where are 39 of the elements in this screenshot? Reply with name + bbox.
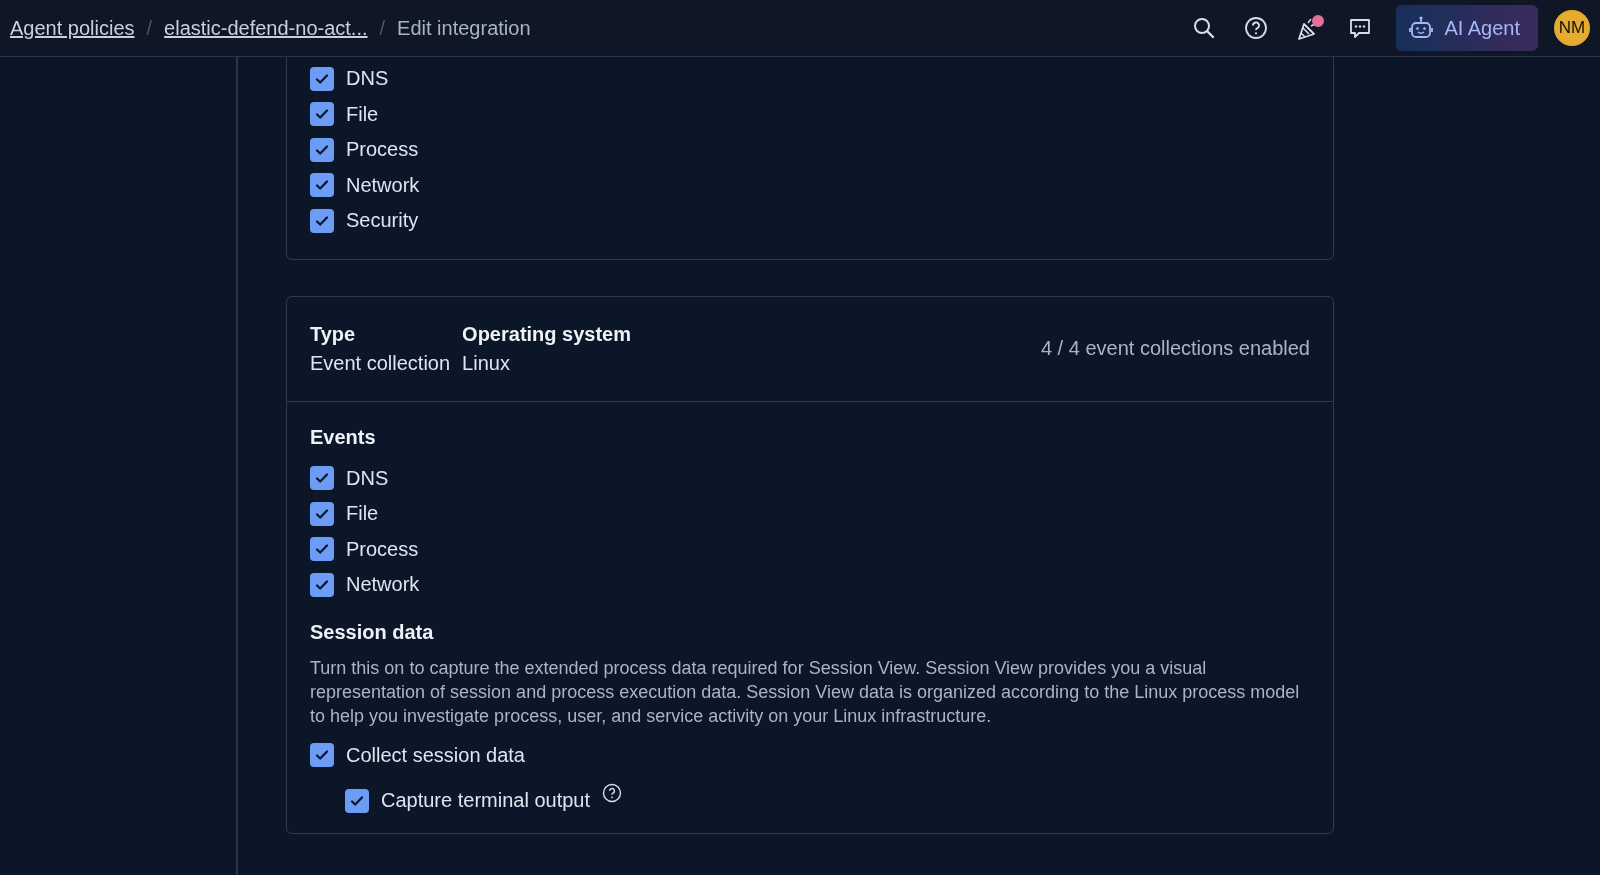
ai-agent-button[interactable]: AI Agent xyxy=(1396,5,1538,51)
checkbox-label: Security xyxy=(346,209,419,233)
checkbox-label: File xyxy=(346,102,379,126)
checkbox-label: Process xyxy=(346,138,419,162)
breadcrumb-link[interactable]: Agent policies xyxy=(10,16,135,40)
checkbox-label: Network xyxy=(346,173,420,197)
checkbox-label: Capture terminal output xyxy=(381,789,590,813)
checkbox[interactable] xyxy=(310,137,334,162)
breadcrumb-current: Edit integration xyxy=(397,16,531,40)
user-avatar[interactable]: NM xyxy=(1554,10,1590,46)
checkbox-label: Collect session data xyxy=(346,743,525,767)
field-value: Linux xyxy=(462,351,511,375)
checkbox[interactable] xyxy=(310,501,334,526)
checkbox[interactable] xyxy=(310,66,334,91)
help-icon[interactable] xyxy=(602,783,622,803)
breadcrumb-separator: / xyxy=(379,16,386,40)
checkbox[interactable] xyxy=(310,102,334,127)
field-value: Event collection xyxy=(310,351,451,375)
checkbox-label: Network xyxy=(346,573,420,597)
checkbox-label: Process xyxy=(346,537,419,561)
checkbox[interactable] xyxy=(345,788,369,813)
checkbox[interactable] xyxy=(310,537,334,562)
checkbox-label: DNS xyxy=(346,466,389,490)
checkbox-label: DNS xyxy=(346,67,389,91)
checkbox-label: File xyxy=(346,502,379,526)
enabled-summary: 4 / 4 event collections enabled xyxy=(1040,337,1310,360)
description-text: Turn this on to capture the extended process data required for Session View. Session View provides you a visual representation of session and process execution data. Session View data is organized according to the Linux process model to help you investigate process, user, and service activity on your Linux infrastructure. xyxy=(310,656,1300,728)
checkbox[interactable] xyxy=(310,466,334,491)
field-label: Operating system xyxy=(462,322,632,346)
robot-icon xyxy=(1408,15,1435,41)
checkbox[interactable] xyxy=(310,743,334,768)
checkbox[interactable] xyxy=(310,572,334,597)
breadcrumb-separator: / xyxy=(146,16,153,40)
section-title: Events xyxy=(310,425,377,449)
section-title: Session data xyxy=(310,620,435,644)
checkbox[interactable] xyxy=(310,208,334,233)
breadcrumb-link[interactable]: elastic-defend-no-act... xyxy=(164,16,368,40)
field-label: Type xyxy=(310,322,357,346)
checkbox[interactable] xyxy=(310,173,334,198)
